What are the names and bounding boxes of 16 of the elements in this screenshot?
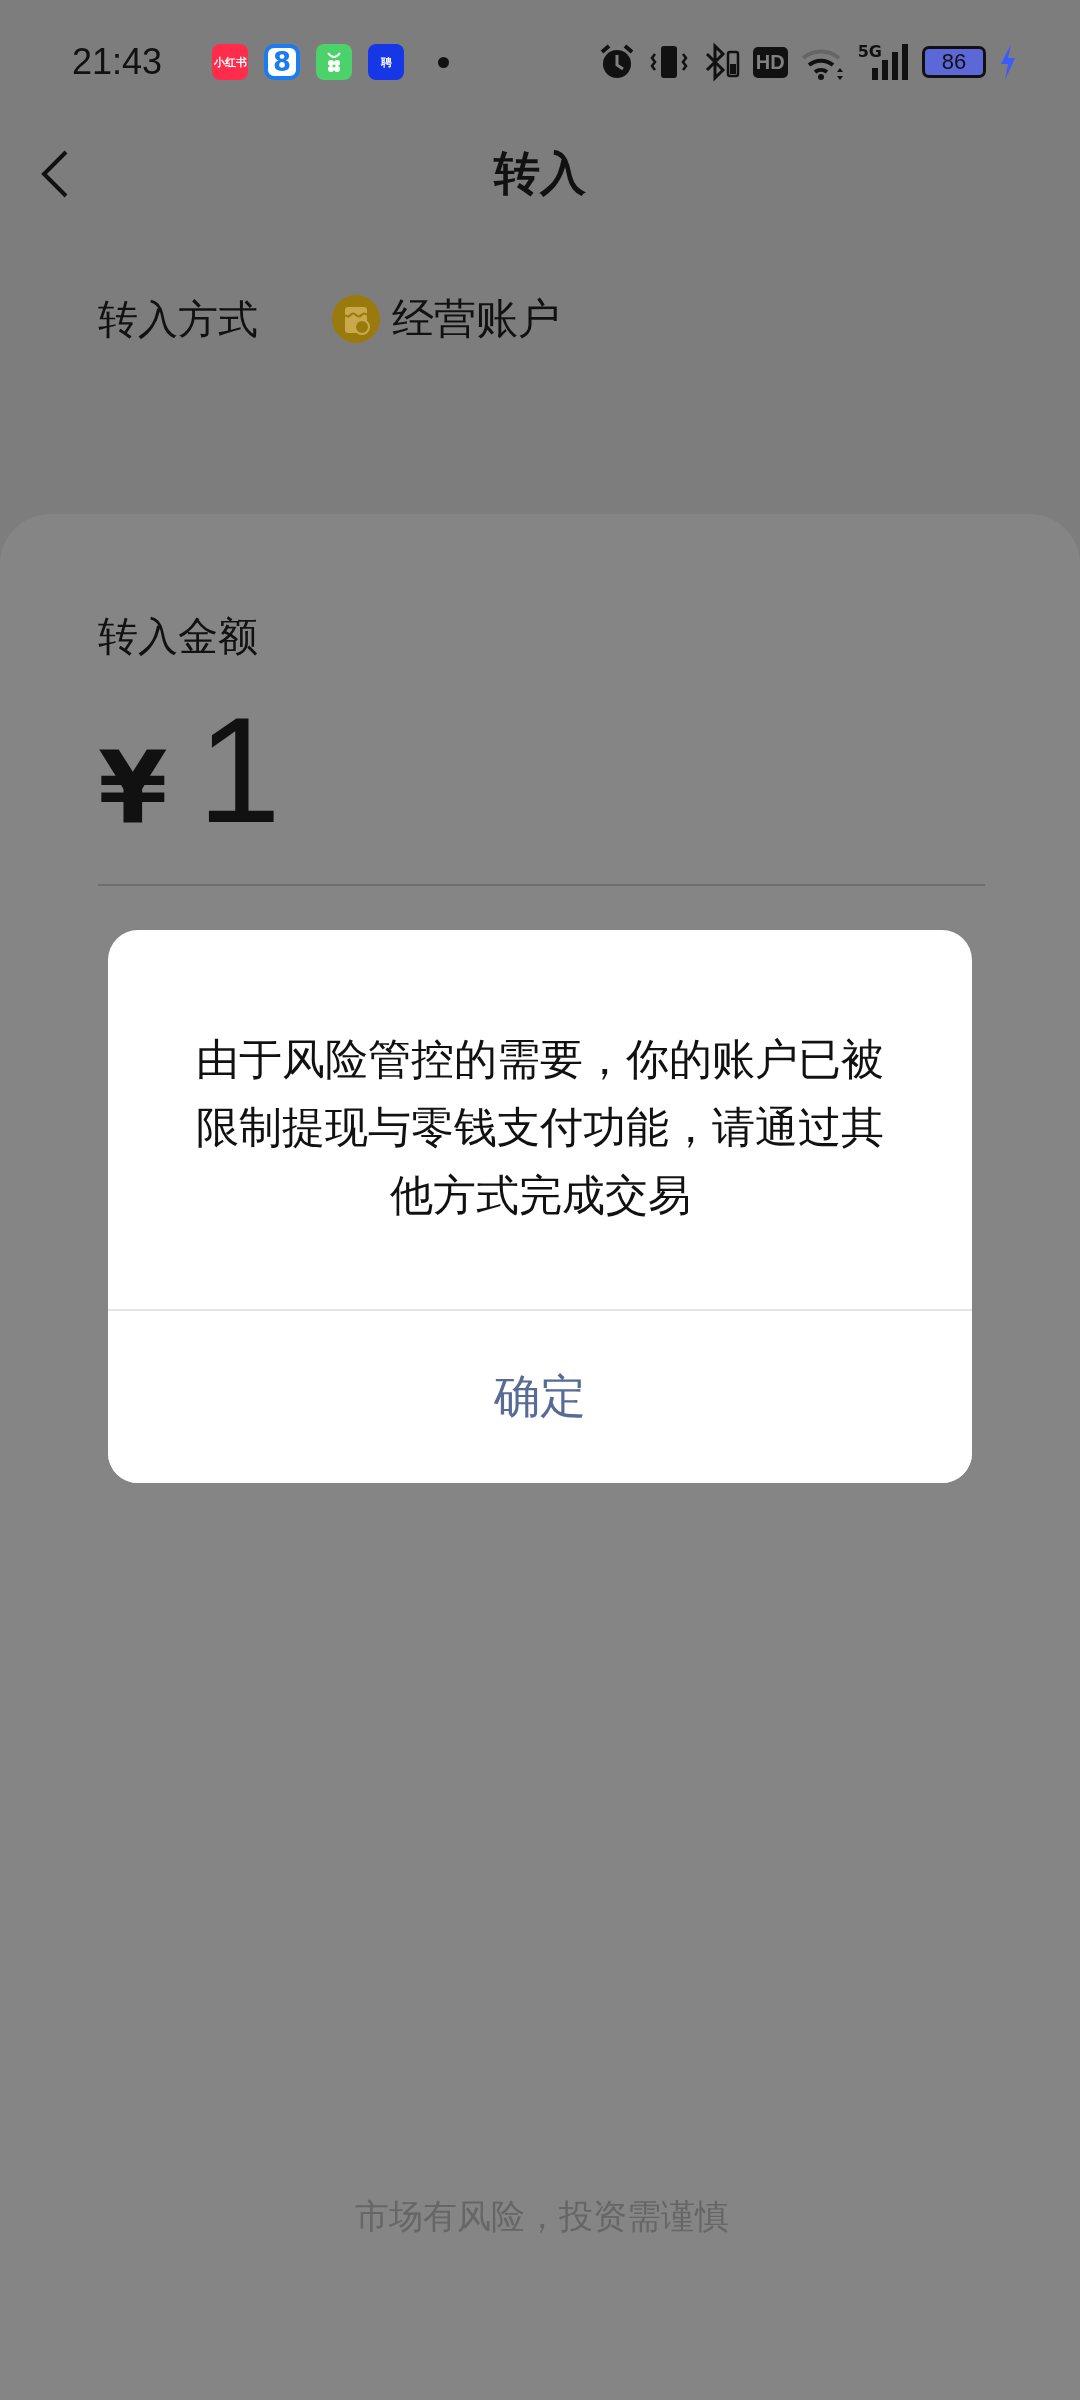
app-notification-icon: 8 <box>264 44 301 80</box>
back-icon[interactable] <box>40 149 70 199</box>
account-name: 经营账户 <box>392 293 560 345</box>
hd-badge: HD <box>752 46 788 78</box>
battery-level: 86 <box>922 46 986 78</box>
currency-symbol: ¥ <box>98 729 168 846</box>
network-type: 5G <box>857 42 882 61</box>
shop-icon <box>332 295 380 343</box>
page-title: 转入 <box>494 145 586 202</box>
amount-label: 转入金额 <box>98 612 259 661</box>
clock-time: 21:43 <box>72 41 163 83</box>
method-label: 转入方式 <box>98 294 258 344</box>
app-notification-icon: 聘 <box>368 44 405 80</box>
amount-value: 1 <box>197 685 282 856</box>
more-dot-icon <box>438 56 450 68</box>
app-notification-icon: 小红书 <box>212 44 249 80</box>
